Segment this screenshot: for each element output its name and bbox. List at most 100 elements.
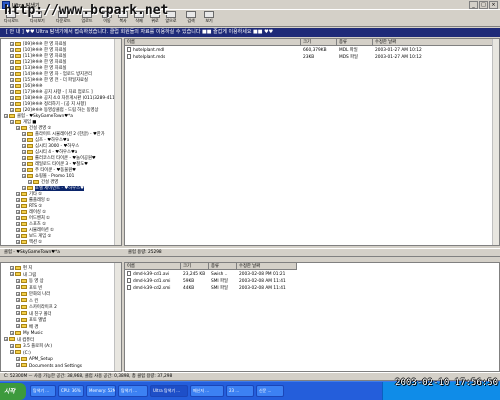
expand-toggle-icon[interactable]: + (16, 317, 20, 322)
tree-node-label: 액션 ① (29, 240, 43, 245)
expand-toggle-icon[interactable]: + (16, 197, 20, 202)
tree-scrollbar[interactable] (114, 263, 121, 371)
expand-toggle-icon[interactable]: + (22, 137, 26, 142)
file-list-scrollbar[interactable] (492, 39, 499, 245)
task-button-23[interactable]: 23 ... (226, 385, 254, 397)
expand-toggle-icon[interactable]: + (22, 185, 26, 190)
expand-toggle-icon[interactable]: + (10, 95, 14, 100)
tree-node-label: (C:) (23, 350, 31, 356)
column-header-name[interactable]: 이름 (125, 39, 301, 46)
expand-toggle-icon[interactable]: + (16, 215, 20, 220)
tree-node[interactable]: + 액션 ① (16, 239, 43, 245)
folder-icon (15, 265, 21, 270)
column-header-name[interactable]: 이름 (125, 263, 181, 270)
file-type: Swish .. (211, 272, 228, 277)
folder-icon (27, 137, 33, 142)
folder-icon (21, 209, 27, 214)
task-button-news[interactable]: 신문 ... (256, 385, 284, 397)
start-button[interactable]: 시작 (0, 383, 26, 400)
expand-toggle-icon[interactable]: + (16, 233, 20, 238)
club-file-list[interactable]: 이름 크기 종류 수정한 날짜 hotelplant.mdl 660,379KB M… (124, 38, 500, 246)
column-header-size[interactable]: 크기 (181, 263, 209, 270)
expand-toggle-icon[interactable]: + (16, 298, 20, 302)
expand-toggle-icon[interactable]: + (16, 311, 20, 315)
expand-toggle-icon[interactable]: + (10, 71, 14, 76)
expand-toggle-icon[interactable]: + (16, 221, 20, 226)
expand-toggle-icon[interactable]: + (16, 356, 20, 361)
expand-toggle-icon[interactable]: + (16, 239, 20, 244)
file-size-cell: 23,245 KB (183, 271, 205, 278)
expand-toggle-icon[interactable]: + (10, 265, 14, 270)
expand-toggle-icon[interactable]: + (16, 363, 20, 367)
expand-toggle-icon[interactable]: + (16, 125, 20, 130)
folder-icon (21, 311, 27, 315)
expand-toggle-icon[interactable]: + (16, 191, 20, 196)
expand-toggle-icon[interactable]: + (16, 285, 20, 289)
expand-toggle-icon[interactable]: + (10, 272, 14, 276)
tree-node[interactable]: + Documents and Settings (16, 363, 82, 370)
file-date: 2003-01-27 AM 10:12 (375, 55, 422, 60)
expand-toggle-icon[interactable]: + (10, 119, 14, 124)
toolbar-button-search[interactable]: 검색 (184, 11, 198, 26)
folder-icon (15, 59, 21, 64)
expand-toggle-icon[interactable]: + (16, 278, 20, 283)
expand-toggle-icon[interactable]: + (10, 89, 14, 94)
column-header-type[interactable]: 종류 (209, 263, 237, 270)
task-button-messenger[interactable]: 메신저 ... (190, 385, 224, 397)
task-button-memory[interactable]: Memory: 52MB (86, 385, 116, 397)
maximize-button[interactable]: □ (479, 1, 488, 9)
column-header-date[interactable]: 수정한 날짜 (237, 263, 297, 270)
expand-toggle-icon[interactable]: + (22, 149, 26, 154)
file-name-cell[interactable]: dmd-k39-cd1.avi (127, 271, 169, 278)
expand-toggle-icon[interactable]: + (10, 47, 14, 52)
club-folder-tree[interactable]: + [09]※※※ 한 영 자료실 + [10]※※※ 한 영 자료실 + [11]※※※… (0, 38, 122, 246)
close-button[interactable]: × (489, 1, 498, 9)
column-header-type[interactable]: 종류 (337, 39, 373, 46)
expand-toggle-icon[interactable]: + (10, 65, 14, 70)
expand-toggle-icon[interactable]: + (10, 107, 14, 112)
file-icon (127, 47, 131, 52)
expand-toggle-icon[interactable]: + (4, 113, 8, 118)
toolbar-button-view-mode[interactable]: 보기 (202, 11, 216, 26)
file-name-cell[interactable]: hotelplant.mdl (127, 47, 164, 54)
expand-toggle-icon[interactable]: + (10, 350, 14, 354)
folder-icon (27, 131, 33, 136)
column-header-date[interactable]: 수정한 날짜 (373, 39, 494, 46)
file-name-cell[interactable]: hotelplant.mds (127, 54, 165, 61)
expand-toggle-icon[interactable]: + (10, 101, 14, 106)
expand-toggle-icon[interactable]: + (22, 155, 26, 160)
expand-toggle-icon[interactable]: + (4, 337, 8, 341)
minimize-button[interactable]: _ (469, 1, 478, 9)
expand-toggle-icon[interactable]: + (16, 324, 20, 328)
expand-toggle-icon[interactable]: + (10, 343, 14, 348)
expand-toggle-icon[interactable]: + (10, 59, 14, 64)
column-header-size[interactable]: 크기 (301, 39, 337, 46)
expand-toggle-icon[interactable]: + (22, 161, 26, 166)
task-button-explorer[interactable]: 탐색기 ... (30, 385, 56, 397)
folder-icon (21, 227, 27, 232)
expand-toggle-icon[interactable]: + (16, 209, 20, 214)
expand-toggle-icon[interactable]: + (22, 143, 26, 148)
expand-toggle-icon[interactable]: + (16, 291, 20, 296)
file-name-cell[interactable]: dmd-k39-cd1.smi (127, 278, 171, 285)
expand-toggle-icon[interactable]: + (16, 304, 20, 309)
expand-toggle-icon[interactable]: + (10, 41, 14, 46)
expand-toggle-icon[interactable]: + (10, 53, 14, 58)
file-size-cell: 660,379KB (303, 47, 327, 54)
task-button-ultra-explorer[interactable]: Ultra 탐색기 ... (150, 385, 188, 397)
expand-toggle-icon[interactable]: + (10, 330, 14, 335)
expand-toggle-icon[interactable]: + (10, 77, 14, 82)
local-folder-tree[interactable]: + 편 지 + 내 그림 + 동 영 상 + 포토 빈 + 만화의 나라 + 스 킨 + 스카이라이프 2… (0, 262, 122, 372)
expand-toggle-icon[interactable]: + (16, 227, 20, 232)
tree-scrollbar[interactable] (114, 39, 121, 245)
expand-toggle-icon[interactable]: + (10, 83, 14, 88)
expand-toggle-icon[interactable]: + (22, 167, 26, 172)
expand-toggle-icon[interactable]: + (16, 203, 20, 208)
task-button-explorer-2[interactable]: 탐색기 ... (118, 385, 148, 397)
expand-toggle-icon[interactable]: + (28, 179, 32, 184)
task-button-cpu[interactable]: CPU: 36% (58, 385, 84, 397)
local-file-list[interactable]: 이름 크기 종류 수정한 날짜 dmd-k39-cd1.avi 23,245 KB… (124, 262, 500, 372)
expand-toggle-icon[interactable]: + (22, 173, 26, 178)
expand-toggle-icon[interactable]: + (22, 131, 26, 136)
file-name-cell[interactable]: dmd-k39-cd2.smi (127, 285, 171, 292)
